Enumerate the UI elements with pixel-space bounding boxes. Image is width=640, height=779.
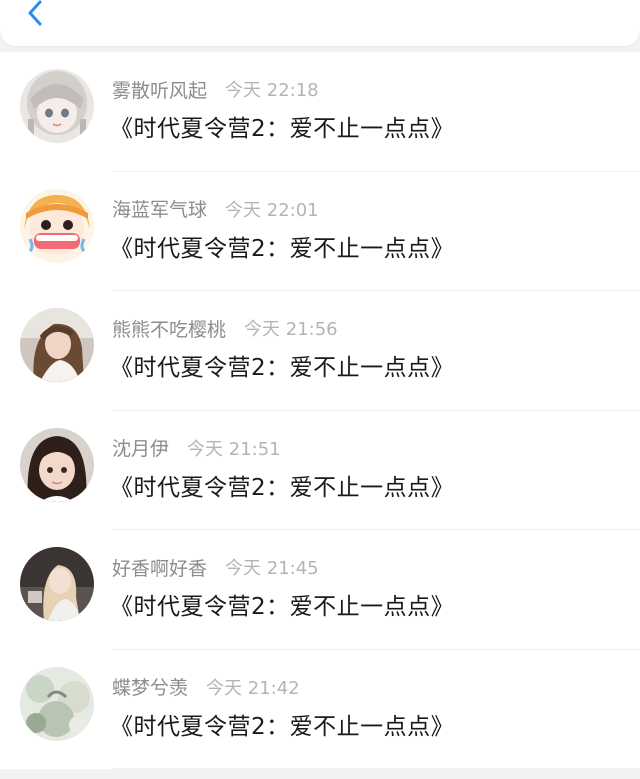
comment-text: 《时代夏令营2：爱不止一点点》 <box>110 355 455 381</box>
username[interactable]: 沈月伊 <box>112 434 169 461</box>
comment-meta: 雾散听风起 今天 22:18 <box>112 76 319 102</box>
avatar-image <box>20 666 94 741</box>
username[interactable]: 海蓝军气球 <box>112 195 207 222</box>
chevron-left-icon[interactable] <box>18 0 54 30</box>
timestamp: 今天 22:18 <box>225 80 319 101</box>
timestamp: 今天 21:42 <box>206 677 300 699</box>
comment-item[interactable]: 蝶梦兮羡 今天 21:42 《时代夏令营2：爱不止一点点》 <box>0 649 640 769</box>
comment-meta: 熊熊不吃樱桃 今天 21:56 <box>112 315 338 341</box>
comment-meta: 沈月伊 今天 21:51 <box>112 435 281 461</box>
comment-item[interactable]: 沈月伊 今天 21:51 《时代夏令营2：爱不止一点点》 <box>0 410 640 530</box>
divider <box>112 768 640 769</box>
avatar-image <box>20 427 94 502</box>
comment-list: 雾散听风起 今天 22:18 《时代夏令营2：爱不止一点点》 海蓝军气球 今天 <box>0 52 640 769</box>
timestamp: 今天 21:56 <box>244 319 338 340</box>
avatar-image <box>20 188 94 263</box>
avatar-image <box>20 69 94 143</box>
avatar[interactable] <box>20 69 94 143</box>
username[interactable]: 熊熊不吃樱桃 <box>112 315 226 342</box>
avatar[interactable] <box>20 666 94 741</box>
avatar[interactable] <box>20 308 94 382</box>
comment-item[interactable]: 雾散听风起 今天 22:18 《时代夏令营2：爱不止一点点》 <box>0 52 640 172</box>
timestamp: 今天 22:01 <box>225 199 319 221</box>
comment-meta: 好香啊好香 今天 21:45 <box>112 554 319 580</box>
comment-text: 《时代夏令营2：爱不止一点点》 <box>110 116 455 142</box>
comment-text: 《时代夏令营2：爱不止一点点》 <box>110 474 455 501</box>
top-bar <box>0 0 640 46</box>
comment-meta: 海蓝军气球 今天 22:01 <box>112 196 319 222</box>
avatar-image <box>20 308 94 382</box>
username[interactable]: 好香啊好香 <box>112 554 207 581</box>
comment-text: 《时代夏令营2：爱不止一点点》 <box>110 594 455 620</box>
timestamp: 今天 21:45 <box>225 558 319 579</box>
comment-item[interactable]: 海蓝军气球 今天 22:01 《时代夏令营2：爱不止一点点》 <box>0 171 640 291</box>
avatar-image <box>20 547 94 621</box>
avatar[interactable] <box>20 188 94 263</box>
avatar[interactable] <box>20 547 94 621</box>
comment-text: 《时代夏令营2：爱不止一点点》 <box>110 713 455 740</box>
timestamp: 今天 21:51 <box>187 438 281 460</box>
comment-meta: 蝶梦兮羡 今天 21:42 <box>112 674 300 700</box>
comment-text: 《时代夏令营2：爱不止一点点》 <box>110 235 455 262</box>
comment-item[interactable]: 熊熊不吃樱桃 今天 21:56 《时代夏令营2：爱不止一点点》 <box>0 291 640 411</box>
avatar[interactable] <box>20 427 94 502</box>
comment-item[interactable]: 好香啊好香 今天 21:45 《时代夏令营2：爱不止一点点》 <box>0 530 640 650</box>
username[interactable]: 蝶梦兮羡 <box>112 673 188 700</box>
username[interactable]: 雾散听风起 <box>112 76 207 103</box>
